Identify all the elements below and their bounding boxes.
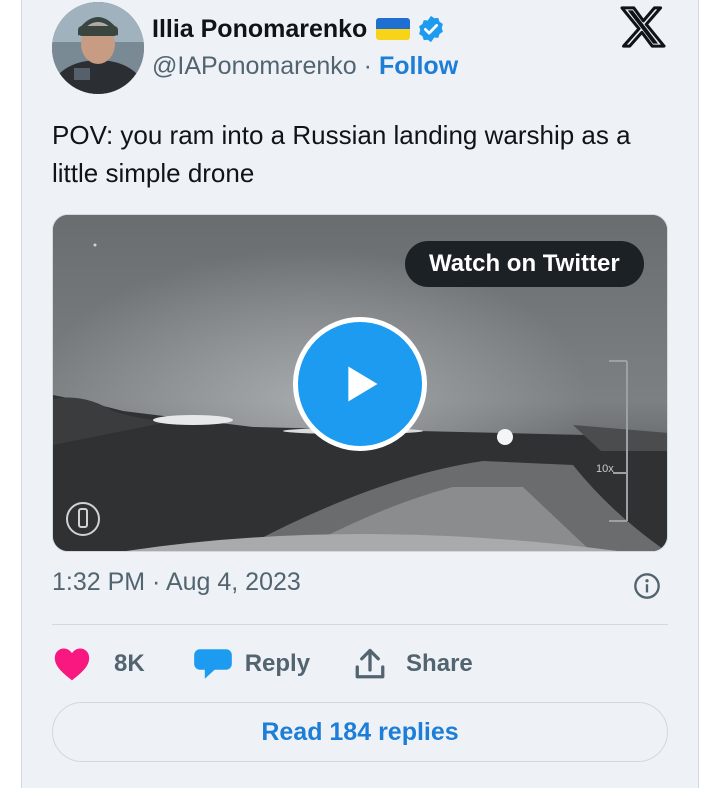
reply-button[interactable]: Reply: [193, 646, 310, 682]
share-label: Share: [406, 650, 473, 677]
ukraine-flag-icon: [376, 18, 411, 40]
action-bar: 8K Reply Share: [52, 644, 473, 684]
reply-bubble-icon: [193, 649, 232, 679]
author-name[interactable]: Illia Ponomarenko: [152, 15, 367, 44]
x-logo-icon[interactable]: [620, 6, 666, 48]
author-handle-row: @IAPonomarenko · Follow: [152, 52, 458, 81]
watch-on-twitter-button[interactable]: Watch on Twitter: [405, 241, 644, 287]
tweet-timestamp[interactable]: 1:32 PM · Aug 4, 2023: [52, 568, 301, 597]
play-button[interactable]: [293, 317, 427, 451]
reply-label: Reply: [244, 650, 311, 677]
follow-button[interactable]: Follow: [379, 52, 458, 81]
video-thumbnail[interactable]: 10x Watch on Twitter: [52, 214, 668, 552]
info-icon[interactable]: [633, 572, 661, 600]
heart-icon: [54, 648, 90, 681]
separator-dot: ·: [363, 52, 372, 80]
like-count: 8K: [114, 650, 145, 677]
tweet-text: POV: you ram into a Russian landing wars…: [52, 120, 631, 188]
read-replies-button[interactable]: Read 184 replies: [52, 702, 668, 762]
author-name-row: Illia Ponomarenko: [152, 12, 446, 46]
share-button[interactable]: Share: [350, 646, 473, 682]
divider: [52, 624, 668, 625]
like-button[interactable]: 8K: [52, 646, 145, 682]
play-icon: [348, 366, 378, 402]
share-icon: [355, 648, 385, 679]
author-handle[interactable]: @IAPonomarenko: [152, 52, 357, 81]
hud-zoom-label: 10x: [596, 463, 614, 475]
verified-badge-icon: [419, 15, 444, 43]
author-avatar[interactable]: [52, 2, 144, 94]
